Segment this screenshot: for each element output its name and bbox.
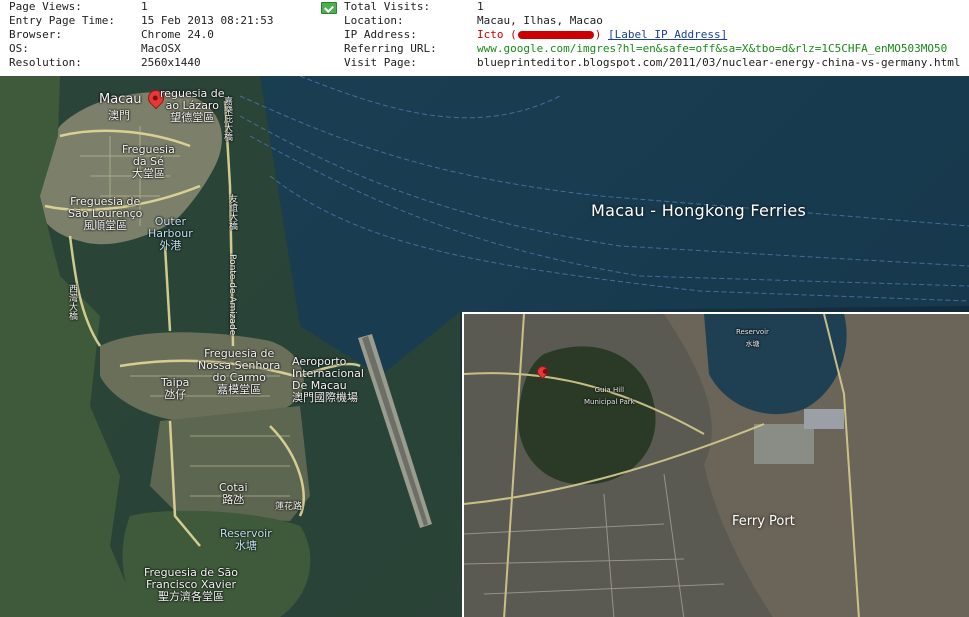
monitor-check-icon (321, 2, 337, 14)
visit-page-link[interactable]: blueprinteditor.blogspot.com/2011/03/nuc… (477, 56, 969, 70)
map-label-taipa: Taipa 氹仔 (161, 376, 190, 401)
ip-redaction (517, 31, 594, 39)
ip-isp-close: ) (594, 28, 602, 41)
map-label-carmo: Freguesia de Nossa Senhora do Carmo 嘉模堂區 (198, 347, 281, 396)
entry-time-label: Entry Page Time: (9, 14, 115, 27)
map-label-reservoir: Reservoir 水塘 (220, 527, 272, 552)
total-visits-value: 1 (477, 0, 484, 13)
inset-label-park: Guia Hill Municipal Park (584, 386, 635, 406)
os-label: OS: (9, 42, 29, 55)
map-label-cotai: Cotai 路氹 (219, 481, 248, 506)
visit-row-page-views: Page Views: 1 Total Visits: 1 (0, 0, 969, 14)
os-value: MacOSX (141, 42, 181, 55)
map-label-xavier: Freguesia de São Francisco Xavier 聖方濟各堂區 (144, 566, 239, 603)
map-label-macau: Macau (99, 92, 142, 107)
label-ip-link[interactable]: [Label IP Address] (608, 28, 727, 41)
browser-label: Browser: (9, 28, 62, 41)
map-label-lotus: 蓮花路 (275, 502, 303, 512)
visit-page-label: Visit Page: (344, 56, 417, 69)
inset-label-reservoir: Reservoir 水塘 (736, 328, 769, 348)
entry-time-value: 15 Feb 2013 08:21:53 (141, 14, 274, 27)
ip-address-label: IP Address: (344, 28, 417, 41)
map-label-bridge3: 嘉樂庇大橋 (222, 96, 232, 141)
map-label-airport: Aeroporto Internacional De Macau 澳門國際機場 (292, 355, 364, 404)
visit-row-entry-time: Entry Page Time: 15 Feb 2013 08:21:53 Lo… (0, 14, 969, 28)
map-label-outer-harbour: Outer Harbour 外港 (148, 215, 193, 252)
ip-address-value: Icto () [Label IP Address] (477, 28, 969, 42)
map-label-lourenco: Freguesia de São Lourenço 風順堂區 (68, 195, 143, 232)
map-label-bridge1: 友誼大橋 (227, 194, 237, 230)
resolution-label: Resolution: (9, 56, 82, 69)
location-value: Macau, Ilhas, Macao (477, 14, 603, 27)
browser-value: Chrome 24.0 (141, 28, 214, 41)
map-label-macau-cn: 澳門 (108, 109, 130, 122)
total-visits-label: Total Visits: (344, 0, 431, 13)
visit-row-browser: Browser: Chrome 24.0 IP Address: Icto ()… (0, 28, 969, 42)
ip-isp-text: Icto ( (477, 28, 517, 41)
ferry-port-annotation: Ferry Port (732, 514, 795, 529)
page-views-label: Page Views: (9, 0, 82, 13)
visit-info-panel: Page Views: 1 Total Visits: 1 Entry Page… (0, 0, 969, 76)
visit-row-resolution: Resolution: 2560x1440 Visit Page: bluepr… (0, 56, 969, 70)
satellite-map[interactable]: Macau 澳門 reguesia de ao Lázaro 望德堂區 Freg… (0, 76, 969, 617)
map-label-lazaro: reguesia de ao Lázaro 望德堂區 (160, 87, 225, 124)
inset-map[interactable]: Reservoir 水塘 Guia Hill Municipal Park Fe… (462, 312, 969, 617)
ferries-annotation: Macau - Hongkong Ferries (591, 201, 807, 220)
map-label-se: Freguesia da Sé 大堂區 (122, 143, 175, 180)
referring-url-label: Referring URL: (344, 42, 437, 55)
inset-graphics (464, 314, 969, 617)
page-views-value: 1 (141, 0, 148, 13)
resolution-value: 2560x1440 (141, 56, 201, 69)
referring-url-link[interactable]: www.google.com/imgres?hl=en&safe=off&sa=… (477, 42, 969, 56)
location-label: Location: (344, 14, 404, 27)
map-label-ponte-amizade: Ponte de Amizade (227, 254, 237, 336)
map-label-bridge2: 西灣大橋 (67, 284, 77, 320)
visit-row-os: OS: MacOSX Referring URL: www.google.com… (0, 42, 969, 56)
